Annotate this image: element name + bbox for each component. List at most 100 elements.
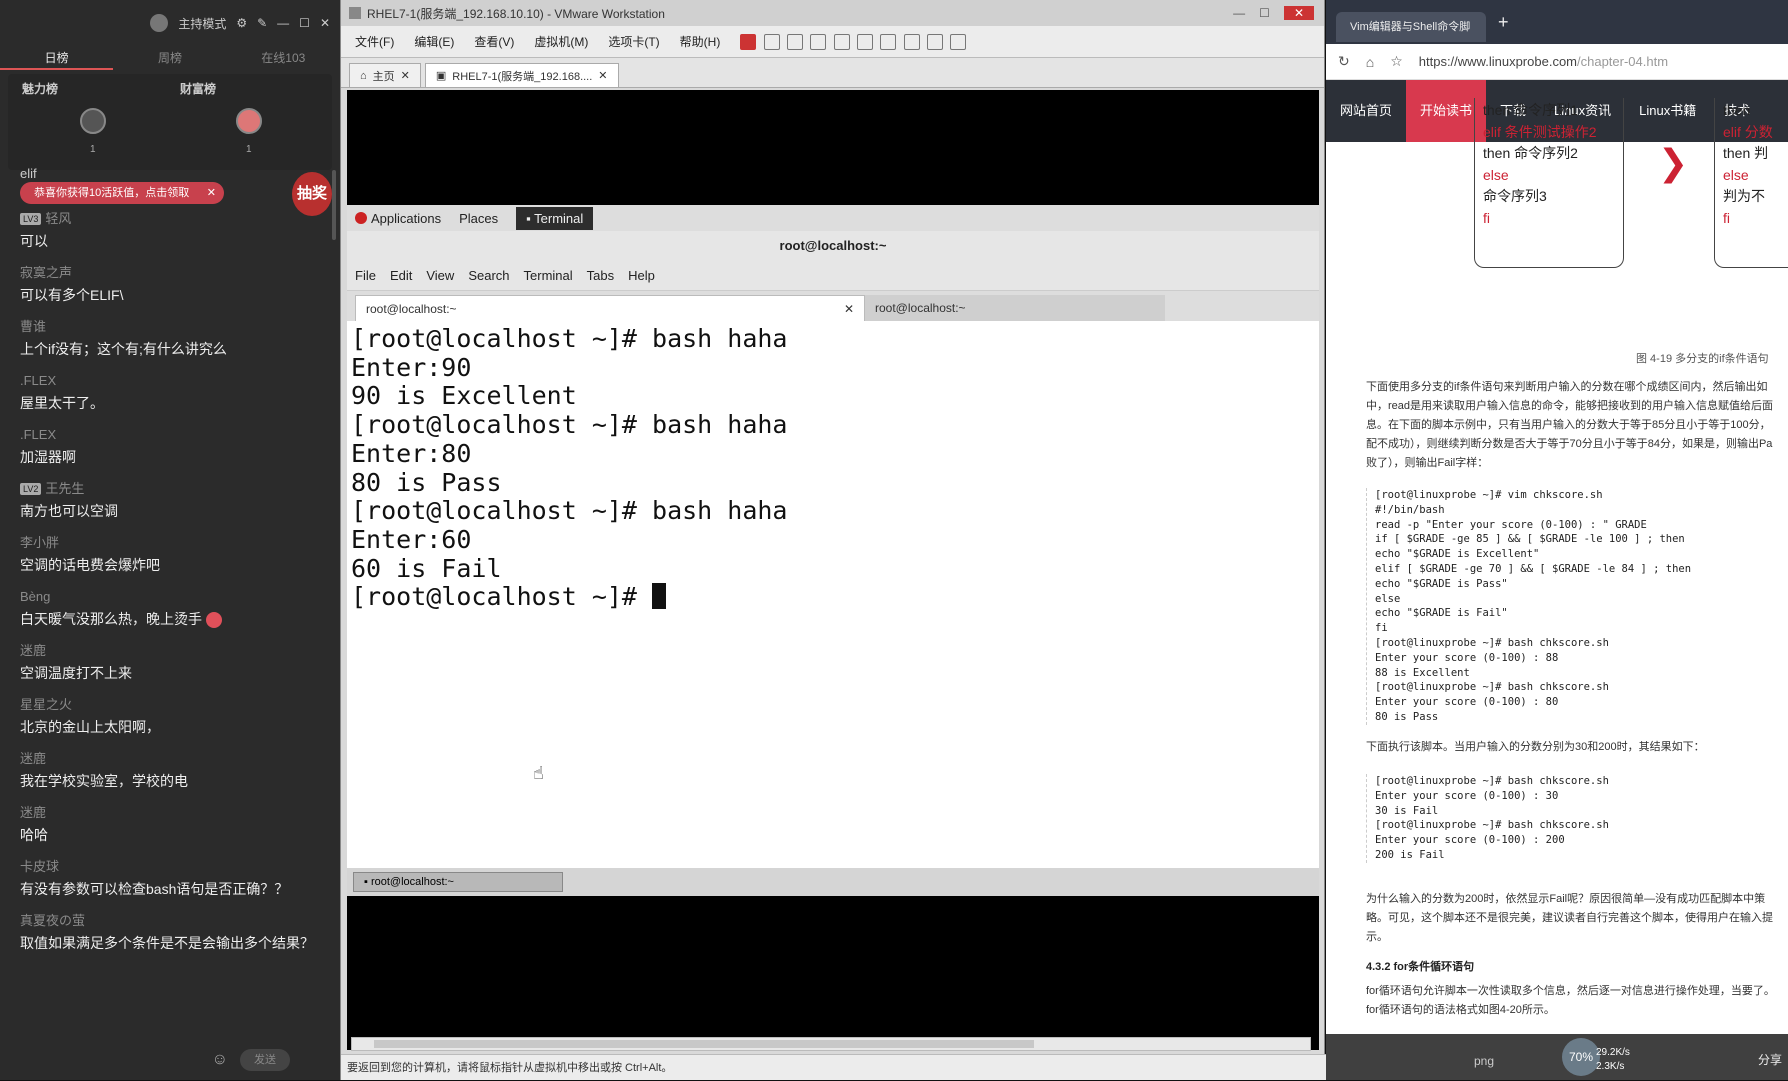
avatar[interactable] [236, 108, 262, 134]
send-button[interactable]: 发送 [240, 1049, 290, 1071]
nickname[interactable]: 卡皮球 [20, 856, 59, 878]
chat-scrollbar[interactable] [332, 170, 336, 240]
send-ctrl-alt-del-icon[interactable] [763, 33, 780, 50]
nickname[interactable]: 真夏夜の萤 [20, 910, 85, 932]
home-icon[interactable]: ⌂ [1366, 54, 1374, 70]
menu-file[interactable]: 文件(F) [355, 33, 394, 50]
menu-search[interactable]: Search [468, 268, 509, 283]
tab-daily[interactable]: 日榜 [0, 46, 114, 70]
library-icon[interactable] [857, 33, 874, 50]
console-view-icon[interactable] [950, 33, 967, 50]
nickname[interactable]: 寂寞之声 [20, 262, 72, 284]
browser-tab[interactable]: Vim编辑器与Shell命令脚 [1336, 12, 1486, 42]
settings-icon[interactable]: ⚙ [236, 16, 247, 30]
snapshot-icon[interactable] [787, 33, 804, 50]
snapshot-manager-icon[interactable] [833, 33, 850, 50]
nickname[interactable]: 王先生 [45, 478, 84, 500]
reload-icon[interactable]: ↻ [1338, 53, 1350, 70]
menu-edit[interactable]: 编辑(E) [414, 33, 454, 50]
menu-view[interactable]: 查看(V) [474, 33, 514, 50]
menu-help[interactable]: Help [628, 268, 655, 283]
maximize-icon[interactable]: ☐ [299, 16, 310, 30]
nickname[interactable]: .FLEX [20, 370, 56, 392]
nickname[interactable]: 曹谁 [20, 316, 46, 338]
bookmark-star-icon[interactable]: ☆ [1390, 53, 1403, 70]
menu-vm[interactable]: 虚拟机(M) [534, 33, 588, 50]
tab-home[interactable]: ⌂ 主页 ✕ [349, 63, 421, 87]
pause-icon[interactable] [740, 33, 757, 50]
vm-icon: ▣ [435, 70, 447, 82]
terminal-app-menu[interactable]: ▪ Terminal [516, 206, 594, 230]
terminal-app-label: Terminal [534, 210, 584, 226]
browser-window: Vim编辑器与Shell命令脚 + ↻ ⌂ ☆ https://www.linu… [1326, 0, 1788, 1080]
tab-online[interactable]: 在线103 [227, 46, 340, 70]
close-icon[interactable]: ✕ [207, 182, 216, 204]
thumbnail-icon[interactable] [880, 33, 897, 50]
minimize-icon[interactable]: — [277, 16, 289, 30]
message-text: 加湿器啊 [20, 449, 76, 465]
nickname[interactable]: 迷鹿 [20, 802, 46, 824]
flow-line: 判为不 [1723, 188, 1765, 204]
tab-vm[interactable]: ▣ RHEL7-1(服务端_192.168.... ✕ [424, 63, 619, 87]
menu-tabs[interactable]: Tabs [587, 268, 614, 283]
list-item: 寂寞之声 可以有多个ELIF\ [20, 262, 320, 306]
url-host: https://www.linuxprobe.com [1418, 54, 1577, 69]
menu-view[interactable]: View [426, 268, 454, 283]
vmware-titlebar: RHEL7-1(服务端_192.168.10.10) - VMware Work… [341, 0, 1324, 26]
menu-file[interactable]: File [355, 268, 376, 283]
revert-snapshot-icon[interactable] [810, 33, 827, 50]
minimize-icon[interactable]: — [1233, 6, 1245, 20]
close-icon[interactable]: ✕ [320, 16, 330, 30]
nickname[interactable]: 轻风 [45, 208, 71, 230]
address-bar[interactable]: https://www.linuxprobe.com/chapter-04.ht… [1419, 54, 1668, 69]
terminal-window[interactable]: root@localhost:~ File Edit View Search T… [347, 231, 1319, 871]
network-speed-ball[interactable]: 70% [1562, 1038, 1600, 1076]
terminal-line: Enter:60 [351, 524, 472, 554]
unity-icon[interactable] [927, 33, 944, 50]
tab-weekly[interactable]: 周榜 [113, 46, 226, 70]
maximize-icon[interactable]: ☐ [1259, 6, 1270, 20]
nickname[interactable]: .FLEX [20, 424, 56, 446]
new-tab-icon[interactable]: + [1498, 12, 1509, 33]
reward-notice[interactable]: 恭喜你获得10活跃值，点击领取 ✕ [20, 182, 224, 204]
taskbar-terminal-item[interactable]: ▪ root@localhost:~ [353, 872, 563, 892]
nickname[interactable]: 李小胖 [20, 532, 59, 554]
menu-help[interactable]: 帮助(H) [680, 33, 721, 50]
terminal-output[interactable]: [root@localhost ~]# bash haha Enter:90 9… [347, 321, 1319, 612]
terminal-line: 60 is Fail [351, 553, 502, 583]
scrollbar-thumb[interactable] [374, 1040, 1034, 1048]
guest-display[interactable]: Applications Places ▪ Terminal root@loca… [347, 90, 1319, 1050]
code-block: [root@linuxprobe ~]# bash chkscore.sh En… [1366, 774, 1776, 863]
horizontal-scrollbar[interactable] [351, 1037, 1311, 1051]
terminal-line: 80 is Pass [351, 467, 502, 497]
terminal-line: [root@localhost ~]# bash haha [351, 410, 788, 440]
terminal-tab-2[interactable]: root@localhost:~ [865, 295, 1165, 321]
menu-edit[interactable]: Edit [390, 268, 412, 283]
message-text: 北京的金山上太阳啊， [20, 719, 160, 735]
list-item: .FLEX 加湿器啊 [20, 424, 320, 468]
menu-terminal[interactable]: Terminal [524, 268, 573, 283]
tab-label: RHEL7-1(服务端_192.168.... [452, 70, 593, 83]
nickname[interactable]: 迷鹿 [20, 640, 46, 662]
places-menu[interactable]: Places [459, 211, 498, 226]
close-icon[interactable]: ✕ [1283, 6, 1314, 20]
nickname[interactable]: 迷鹿 [20, 748, 46, 770]
charm-rank-label: 魅力榜 [22, 82, 59, 96]
emoji-picker-icon[interactable]: ☺ [212, 1051, 228, 1069]
menu-tabs[interactable]: 选项卡(T) [608, 33, 659, 50]
close-icon[interactable]: ✕ [844, 296, 854, 322]
message-text: 空调温度打不上来 [20, 665, 132, 681]
host-mode-label: 主持模式 [178, 16, 227, 31]
edit-icon[interactable]: ✎ [257, 16, 267, 30]
close-icon[interactable]: ✕ [401, 69, 410, 82]
terminal-tab-1[interactable]: root@localhost:~ ✕ [355, 295, 865, 321]
partial-message: elif [20, 166, 37, 181]
close-icon[interactable]: ✕ [598, 69, 607, 82]
applications-menu[interactable]: Applications [355, 211, 441, 226]
share-button[interactable]: 分享 [1758, 1051, 1782, 1068]
arrow-icon: ❯ [1658, 142, 1689, 183]
fullscreen-icon[interactable] [903, 33, 920, 50]
nickname[interactable]: 星星之火 [20, 694, 72, 716]
avatar[interactable] [80, 108, 106, 134]
nickname[interactable]: Bèng [20, 586, 50, 608]
